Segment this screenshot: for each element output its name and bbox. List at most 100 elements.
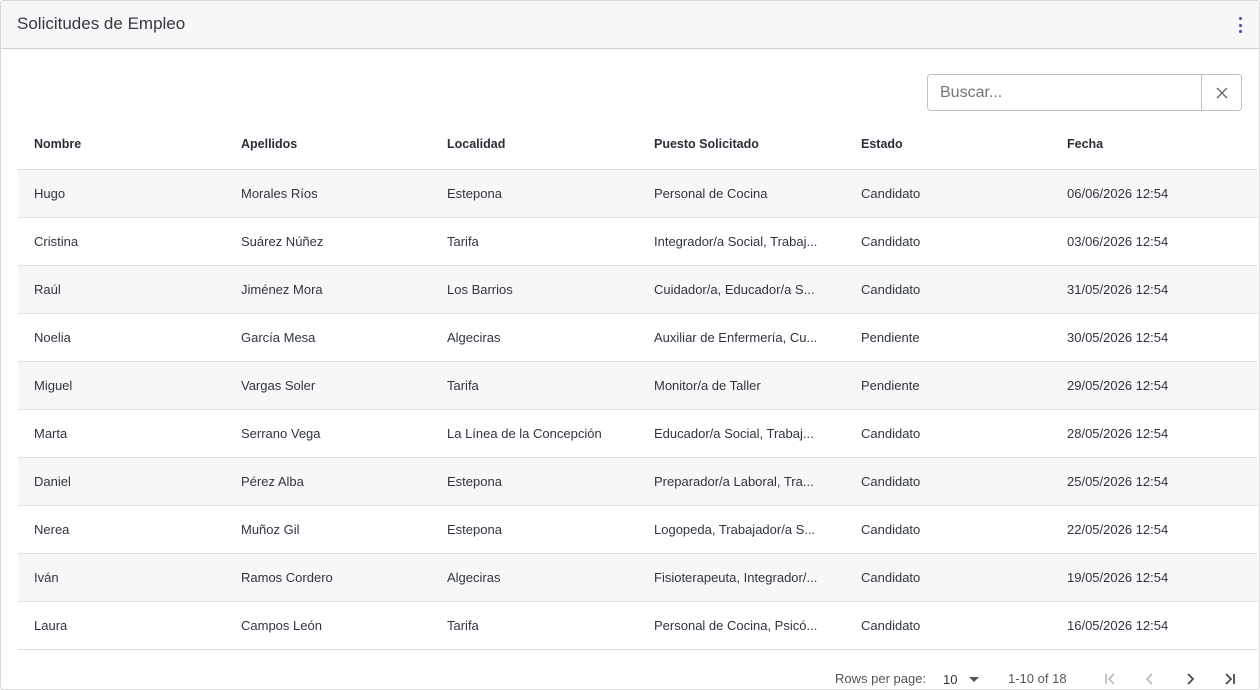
applications-table: Nombre Apellidos Localidad Puesto Solici… (18, 119, 1258, 650)
cell-apellidos: García Mesa (225, 313, 431, 362)
cell-estado: Candidato (845, 505, 1051, 554)
cell-puesto: Logopeda, Trabajador/a S... (638, 505, 845, 554)
cell-apellidos: Pérez Alba (225, 457, 431, 506)
column-header-apellidos[interactable]: Apellidos (225, 119, 431, 170)
rows-per-page-select[interactable]: 10 (943, 669, 980, 689)
cell-estado: Candidato (845, 169, 1051, 218)
table-body: Hugo Morales Ríos Estepona Personal de Coci… (18, 169, 1258, 650)
last-page-icon (1225, 673, 1235, 685)
cell-apellidos: Morales Ríos (225, 169, 431, 218)
cell-localidad: Tarifa (431, 217, 638, 266)
cell-puesto: Preparador/a Laboral, Tra... (638, 457, 845, 506)
cell-puesto: Personal de Cocina, Psicó... (638, 601, 845, 650)
table-row[interactable]: Miguel Vargas Soler Tarifa Monitor/a de Tal… (18, 361, 1258, 410)
cell-fecha: 28/05/2026 12:54 (1051, 409, 1258, 458)
previous-page-button[interactable] (1138, 667, 1162, 689)
cell-puesto: Personal de Cocina (638, 169, 845, 218)
page-title: Solicitudes de Empleo (17, 14, 186, 33)
table-row[interactable]: Cristina Suárez Núñez Tarifa Integrador/a S… (18, 217, 1258, 266)
cell-localidad: Algeciras (431, 313, 638, 362)
cell-localidad: Estepona (431, 505, 638, 554)
cell-estado: Candidato (845, 601, 1051, 650)
cell-localidad: Tarifa (431, 361, 638, 410)
cell-nombre: Laura (18, 601, 225, 650)
cell-puesto: Integrador/a Social, Trabaj... (638, 217, 845, 266)
cell-localidad: La Línea de la Concepción (431, 409, 638, 458)
next-page-button[interactable] (1178, 667, 1202, 689)
cell-nombre: Daniel (18, 457, 225, 506)
column-header-fecha[interactable]: Fecha (1051, 119, 1258, 170)
cell-localidad: Los Barrios (431, 265, 638, 314)
table-row[interactable]: Raúl Jiménez Mora Los Barrios Cuidador/a, E… (18, 265, 1258, 314)
cell-puesto: Educador/a Social, Trabaj... (638, 409, 845, 458)
pagination-range: 1-10 of 18 (1008, 671, 1067, 686)
cell-localidad: Estepona (431, 457, 638, 506)
pagination-bar: Rows per page: 10 1-10 of 18 (1, 661, 1259, 689)
cell-fecha: 31/05/2026 12:54 (1051, 265, 1258, 314)
cell-fecha: 03/06/2026 12:54 (1051, 217, 1258, 266)
applications-card: Solicitudes de Empleo Nombre Apellidos L… (0, 0, 1260, 690)
chevron-down-icon (969, 676, 980, 682)
next-page-icon (1187, 673, 1195, 685)
cell-estado: Pendiente (845, 313, 1051, 362)
column-header-puesto[interactable]: Puesto Solicitado (638, 119, 845, 170)
cell-fecha: 30/05/2026 12:54 (1051, 313, 1258, 362)
table-row[interactable]: Daniel Pérez Alba Estepona Preparador/a Lab… (18, 457, 1258, 506)
table-header-row: Nombre Apellidos Localidad Puesto Solici… (18, 119, 1258, 170)
cell-puesto: Auxiliar de Enfermería, Cu... (638, 313, 845, 362)
cell-apellidos: Ramos Cordero (225, 553, 431, 602)
cell-puesto: Cuidador/a, Educador/a S... (638, 265, 845, 314)
cell-estado: Candidato (845, 457, 1051, 506)
last-page-button[interactable] (1218, 667, 1242, 689)
cell-nombre: Noelia (18, 313, 225, 362)
first-page-icon (1105, 673, 1115, 685)
cell-nombre: Iván (18, 553, 225, 602)
previous-page-icon (1145, 673, 1153, 685)
cell-localidad: Estepona (431, 169, 638, 218)
cell-nombre: Marta (18, 409, 225, 458)
table-row[interactable]: Iván Ramos Cordero Algeciras Fisioterapeuta… (18, 553, 1258, 602)
cell-puesto: Monitor/a de Taller (638, 361, 845, 410)
cell-estado: Candidato (845, 409, 1051, 458)
search-box (927, 74, 1242, 111)
cell-estado: Candidato (845, 265, 1051, 314)
table-row[interactable]: Hugo Morales Ríos Estepona Personal de Coci… (18, 169, 1258, 218)
rows-per-page-label: Rows per page: (835, 671, 927, 686)
cell-localidad: Tarifa (431, 601, 638, 650)
card-header: Solicitudes de Empleo (1, 1, 1259, 49)
cell-apellidos: Jiménez Mora (225, 265, 431, 314)
cell-apellidos: Serrano Vega (225, 409, 431, 458)
close-icon (1216, 87, 1227, 98)
cell-fecha: 22/05/2026 12:54 (1051, 505, 1258, 554)
column-header-localidad[interactable]: Localidad (431, 119, 638, 170)
cell-localidad: Algeciras (431, 553, 638, 602)
cell-apellidos: Vargas Soler (225, 361, 431, 410)
cell-nombre: Hugo (18, 169, 225, 218)
table-row[interactable]: Laura Campos León Tarifa Personal de Cocina… (18, 601, 1258, 650)
column-header-nombre[interactable]: Nombre (18, 119, 225, 170)
clear-search-button[interactable] (1201, 75, 1241, 110)
cell-nombre: Cristina (18, 217, 225, 266)
cell-fecha: 29/05/2026 12:54 (1051, 361, 1258, 410)
cell-nombre: Miguel (18, 361, 225, 410)
cell-puesto: Fisioterapeuta, Integrador/... (638, 553, 845, 602)
cell-estado: Candidato (845, 553, 1051, 602)
cell-estado: Pendiente (845, 361, 1051, 410)
more-vertical-icon[interactable] (1235, 15, 1245, 35)
cell-fecha: 06/06/2026 12:54 (1051, 169, 1258, 218)
table-row[interactable]: Marta Serrano Vega La Línea de la Concepci… (18, 409, 1258, 458)
cell-nombre: Nerea (18, 505, 225, 554)
cell-apellidos: Muñoz Gil (225, 505, 431, 554)
cell-fecha: 25/05/2026 12:54 (1051, 457, 1258, 506)
cell-apellidos: Campos León (225, 601, 431, 650)
table-row[interactable]: Nerea Muñoz Gil Estepona Logopeda, Trabajad… (18, 505, 1258, 554)
cell-nombre: Raúl (18, 265, 225, 314)
rows-per-page-value: 10 (943, 671, 958, 687)
cell-estado: Candidato (845, 217, 1051, 266)
column-header-estado[interactable]: Estado (845, 119, 1051, 170)
cell-fecha: 19/05/2026 12:54 (1051, 553, 1258, 602)
first-page-button[interactable] (1098, 667, 1122, 689)
search-input[interactable] (928, 75, 1201, 110)
cell-fecha: 16/05/2026 12:54 (1051, 601, 1258, 650)
table-row[interactable]: Noelia García Mesa Algeciras Auxiliar de En… (18, 313, 1258, 362)
